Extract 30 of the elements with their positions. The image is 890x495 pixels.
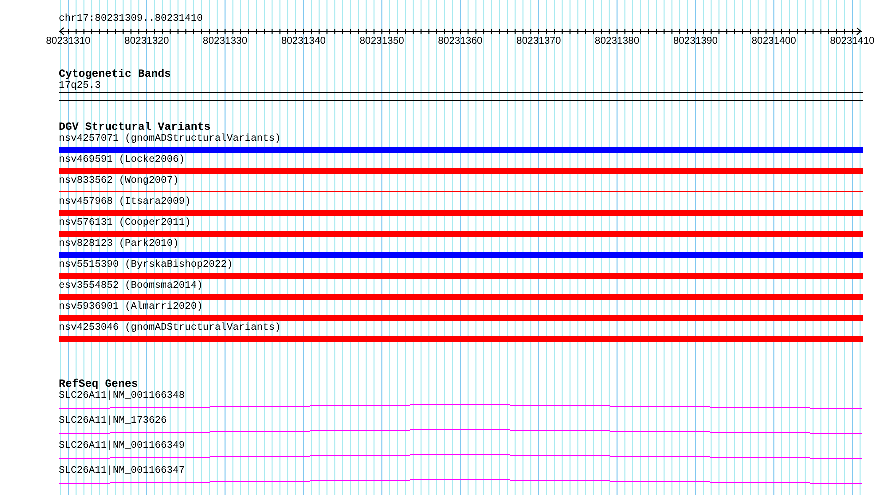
variant-label: esv3554852 (Boomsma2014) [59,281,204,293]
variant-label: nsv828123 (Park2010) [59,239,180,251]
track-title: RefSeq Genes [59,379,138,391]
tick-label: 80231350 [360,36,404,48]
position-label: chr17:80231309..80231410 [59,14,204,26]
variant-label: nsv4257071 (gnomADStructuralVariants) [59,134,282,146]
variant-label: nsv833562 (Wong2007) [59,176,180,188]
tick-label: 80231330 [203,36,248,48]
tick-label: 80231410 [830,36,875,48]
variant-label: nsv576131 (Cooper2011) [59,218,192,230]
gene-label: SLC26A11|NM_001166349 [59,441,186,453]
track-title: Cytogenetic Bands [59,69,172,81]
band-label: 17q25.3 [59,81,102,92]
variant-label: nsv4253046 (gnomADStructuralVariants) [59,323,282,335]
variant-label: nsv5936901 (Almarri2020) [59,302,204,314]
tick-label: 80231380 [595,36,640,48]
tick-label: 80231310 [46,36,91,48]
track-title: DGV Structural Variants [59,122,211,134]
tick-label: 80231360 [438,36,483,48]
gene-label: SLC26A11|NM_001166348 [59,391,186,403]
gene-label: SLC26A11|NM_173626 [59,416,168,428]
tick-label: 80231370 [516,36,562,48]
tick-label: 80231390 [673,36,718,48]
variant-label: nsv469591 (Locke2006) [59,155,186,167]
tick-label: 80231340 [281,36,326,48]
gene-label: SLC26A11|NM_001166347 [59,466,186,478]
tick-label: 80231320 [124,36,170,48]
variant-label: nsv5515390 (ByrskaBishop2022) [59,260,234,272]
variant-label: nsv457968 (Itsara2009) [59,197,192,209]
tick-label: 80231400 [752,36,796,48]
